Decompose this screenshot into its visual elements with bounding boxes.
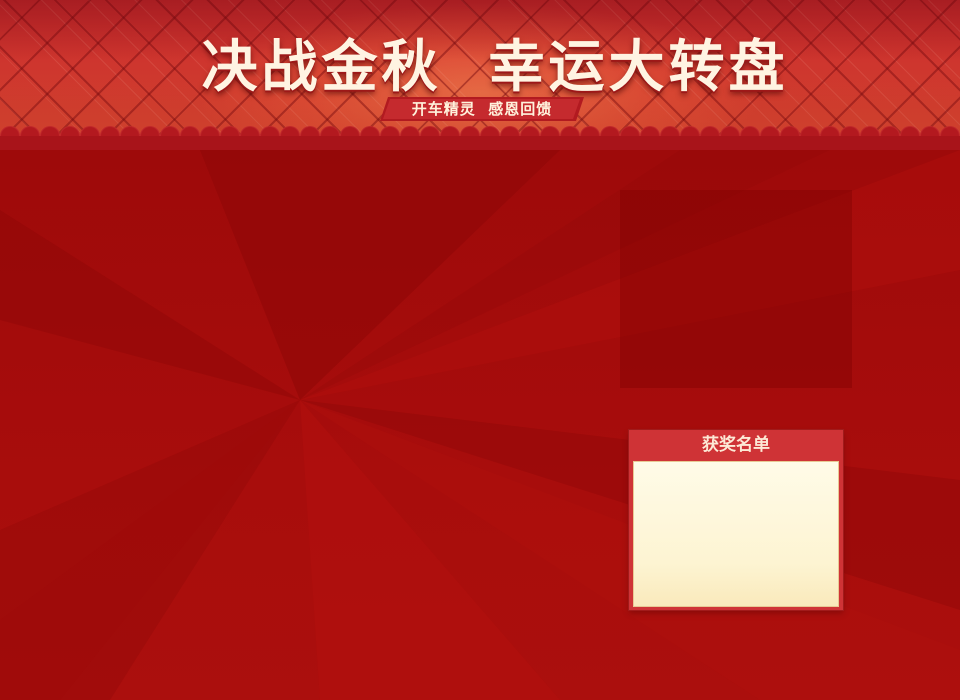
header-bottom-strip [0,136,960,150]
winners-title: 获奖名单 [702,435,770,455]
winners-list[interactable] [633,461,839,607]
subtitle-text: 开车精灵 感恩回馈 [411,100,553,118]
subtitle-ribbon: 开车精灵 感恩回馈 [380,97,584,121]
lucky-wheel-area[interactable] [620,190,852,388]
winners-panel: 获奖名单 [629,430,843,610]
page-title: 决战金秋 幸运大转盘 [201,35,789,100]
